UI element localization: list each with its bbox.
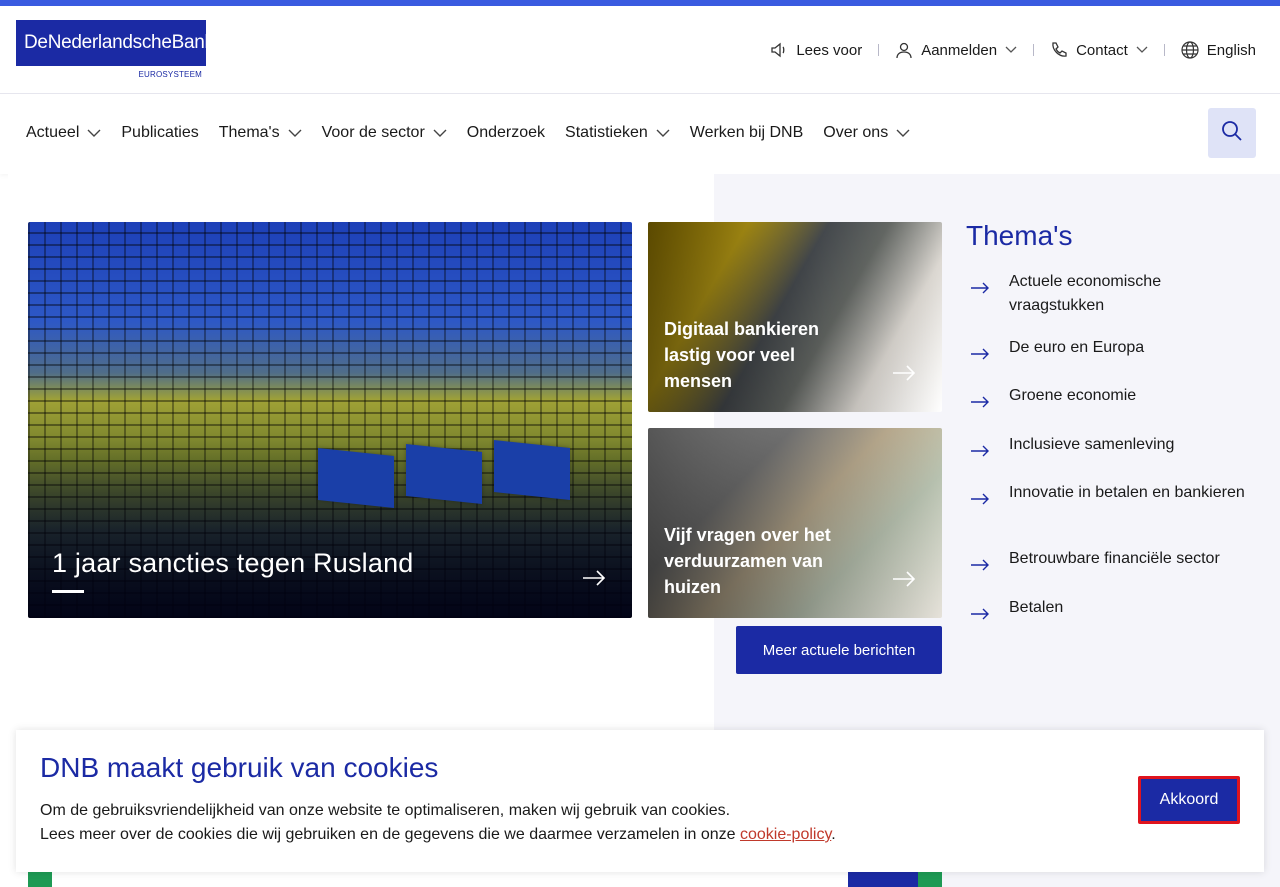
theme-link[interactable]: De euro en Europa: [970, 336, 1250, 368]
arrow-right-icon: [970, 481, 1009, 513]
more-news-button[interactable]: Meer actuele berichten: [736, 626, 942, 674]
theme-label: Betalen: [1009, 599, 1064, 616]
divider: [1033, 44, 1035, 56]
arrow-right-icon: [892, 571, 916, 591]
contact-button[interactable]: Contact: [1050, 41, 1148, 59]
themes-heading: Thema's: [966, 220, 1073, 251]
theme-link[interactable]: Betrouwbare financiële sector: [970, 547, 1250, 579]
cookie-title: DNB maakt gebruik van cookies: [40, 752, 439, 783]
chevron-down-icon: [1136, 46, 1148, 54]
chevron-down-icon: [1005, 46, 1017, 54]
nav-item-actueel[interactable]: Actueel: [26, 124, 101, 142]
peek-green: [918, 872, 942, 887]
read-aloud-button[interactable]: Lees voor: [770, 41, 862, 59]
theme-label: Innovatie in betalen en bankieren: [1009, 484, 1245, 501]
nav-item-label: Publicaties: [121, 124, 199, 141]
nav-item-publicaties[interactable]: Publicaties: [121, 124, 198, 142]
card-title: Vijf vragen over het verduurzamen van hu…: [664, 525, 831, 597]
phone-icon: [1050, 41, 1068, 59]
cookie-text-suffix: .: [831, 826, 836, 843]
news-card-sustainability[interactable]: Vijf vragen over het verduurzamen van hu…: [648, 428, 942, 618]
nav-item-label: Voor de sector: [321, 124, 425, 141]
accept-cookies-button[interactable]: Akkoord: [1138, 776, 1240, 824]
chevron-down-icon: [288, 124, 302, 142]
hero-article[interactable]: 1 jaar sancties tegen Rusland: [28, 222, 632, 618]
nav-item-over-ons[interactable]: Over ons: [823, 124, 910, 142]
theme-link[interactable]: Groene economie: [970, 384, 1250, 416]
theme-label: Inclusieve samenleving: [1009, 436, 1175, 453]
contact-label: Contact: [1076, 41, 1128, 59]
nav-item-label: Thema's: [218, 124, 280, 141]
arrow-right-icon: [970, 433, 1009, 465]
main-nav: Actueel Publicaties Thema's Voor de sector O…: [0, 94, 1280, 174]
nav-item-voor-de-sector[interactable]: Voor de sector: [322, 124, 447, 142]
card-title: Digitaal bankieren lastig voor veel mens…: [664, 319, 820, 391]
read-aloud-label: Lees voor: [796, 41, 863, 59]
nav-item-label: Werken bij DNB: [689, 124, 804, 141]
theme-label: Groene economie: [1009, 387, 1137, 404]
chevron-down-icon: [433, 124, 447, 142]
cookie-banner: DNB maakt gebruik van cookies Om de gebr…: [16, 730, 1264, 872]
news-card-digital-banking[interactable]: Digitaal bankieren lastig voor veel mens…: [648, 222, 942, 412]
nav-item-thema-s[interactable]: Thema's: [219, 124, 302, 142]
nav-item-werken-bij-dnb[interactable]: Werken bij DNB: [690, 124, 804, 142]
chevron-down-icon: [656, 124, 670, 142]
divider: [878, 44, 880, 56]
theme-link[interactable]: Inclusieve samenleving: [970, 433, 1250, 465]
dnb-logo[interactable]: DeNederlandscheBank EUROSYSTEEM: [16, 20, 214, 82]
arrow-right-icon: [970, 270, 1009, 302]
nav-item-statistieken[interactable]: Statistieken: [565, 124, 670, 142]
theme-label: De euro en Europa: [1009, 339, 1145, 356]
language-switch[interactable]: English: [1181, 41, 1256, 59]
peek-blue: [848, 872, 918, 887]
divider: [1163, 44, 1165, 56]
nav-item-label: Onderzoek: [466, 124, 546, 141]
nav-item-label: Actueel: [26, 124, 80, 141]
utility-nav: Lees voor Aanmelden Contact English: [770, 34, 1256, 66]
theme-link[interactable]: Betalen: [970, 596, 1250, 628]
chevron-down-icon: [87, 124, 101, 142]
arrow-right-icon: [582, 570, 606, 590]
nav-item-label: Over ons: [823, 124, 889, 141]
arrow-right-icon: [970, 336, 1009, 368]
peek-content: [52, 872, 848, 887]
cookie-text-line1: Om de gebruiksvriendelijkheid van onze w…: [40, 802, 731, 819]
cookie-policy-link[interactable]: cookie-policy: [740, 826, 831, 843]
arrow-right-icon: [892, 365, 916, 385]
language-label: English: [1206, 41, 1256, 59]
nav-item-onderzoek[interactable]: Onderzoek: [467, 124, 545, 142]
hero-underline: [52, 590, 84, 593]
login-button[interactable]: Aanmelden: [895, 41, 1017, 59]
nav-list: Actueel Publicaties Thema's Voor de sector O…: [26, 124, 930, 142]
peek-green: [28, 872, 52, 887]
chevron-down-icon: [896, 124, 910, 142]
search-icon: [1221, 120, 1243, 146]
arrow-right-icon: [970, 547, 1009, 579]
arrow-right-icon: [970, 384, 1009, 416]
cookie-text-line2: Lees meer over de cookies die wij gebrui…: [40, 826, 836, 844]
cookie-text-prefix: Lees meer over de cookies die wij gebrui…: [40, 826, 740, 843]
eu-flags-image: [318, 440, 588, 514]
speaker-icon: [770, 41, 788, 59]
theme-label: Actuele economische vraagstukken: [1009, 273, 1162, 314]
hero-title: 1 jaar sancties tegen Rusland: [52, 548, 414, 578]
theme-label: Betrouwbare financiële sector: [1009, 550, 1220, 567]
search-button[interactable]: [1208, 108, 1256, 158]
nav-item-label: Statistieken: [565, 124, 648, 141]
logo-subtitle: EUROSYSTEEM: [138, 70, 202, 79]
user-icon: [895, 41, 913, 59]
globe-icon: [1181, 41, 1199, 59]
arrow-right-icon: [970, 596, 1009, 628]
theme-link[interactable]: Actuele economische vraagstukken: [970, 270, 1250, 318]
theme-link[interactable]: Innovatie in betalen en bankieren: [970, 481, 1250, 513]
site-header: DeNederlandscheBank EUROSYSTEEM Lees voo…: [0, 6, 1280, 94]
login-label: Aanmelden: [921, 41, 998, 59]
logo-wordmark: DeNederlandscheBank: [16, 20, 214, 66]
